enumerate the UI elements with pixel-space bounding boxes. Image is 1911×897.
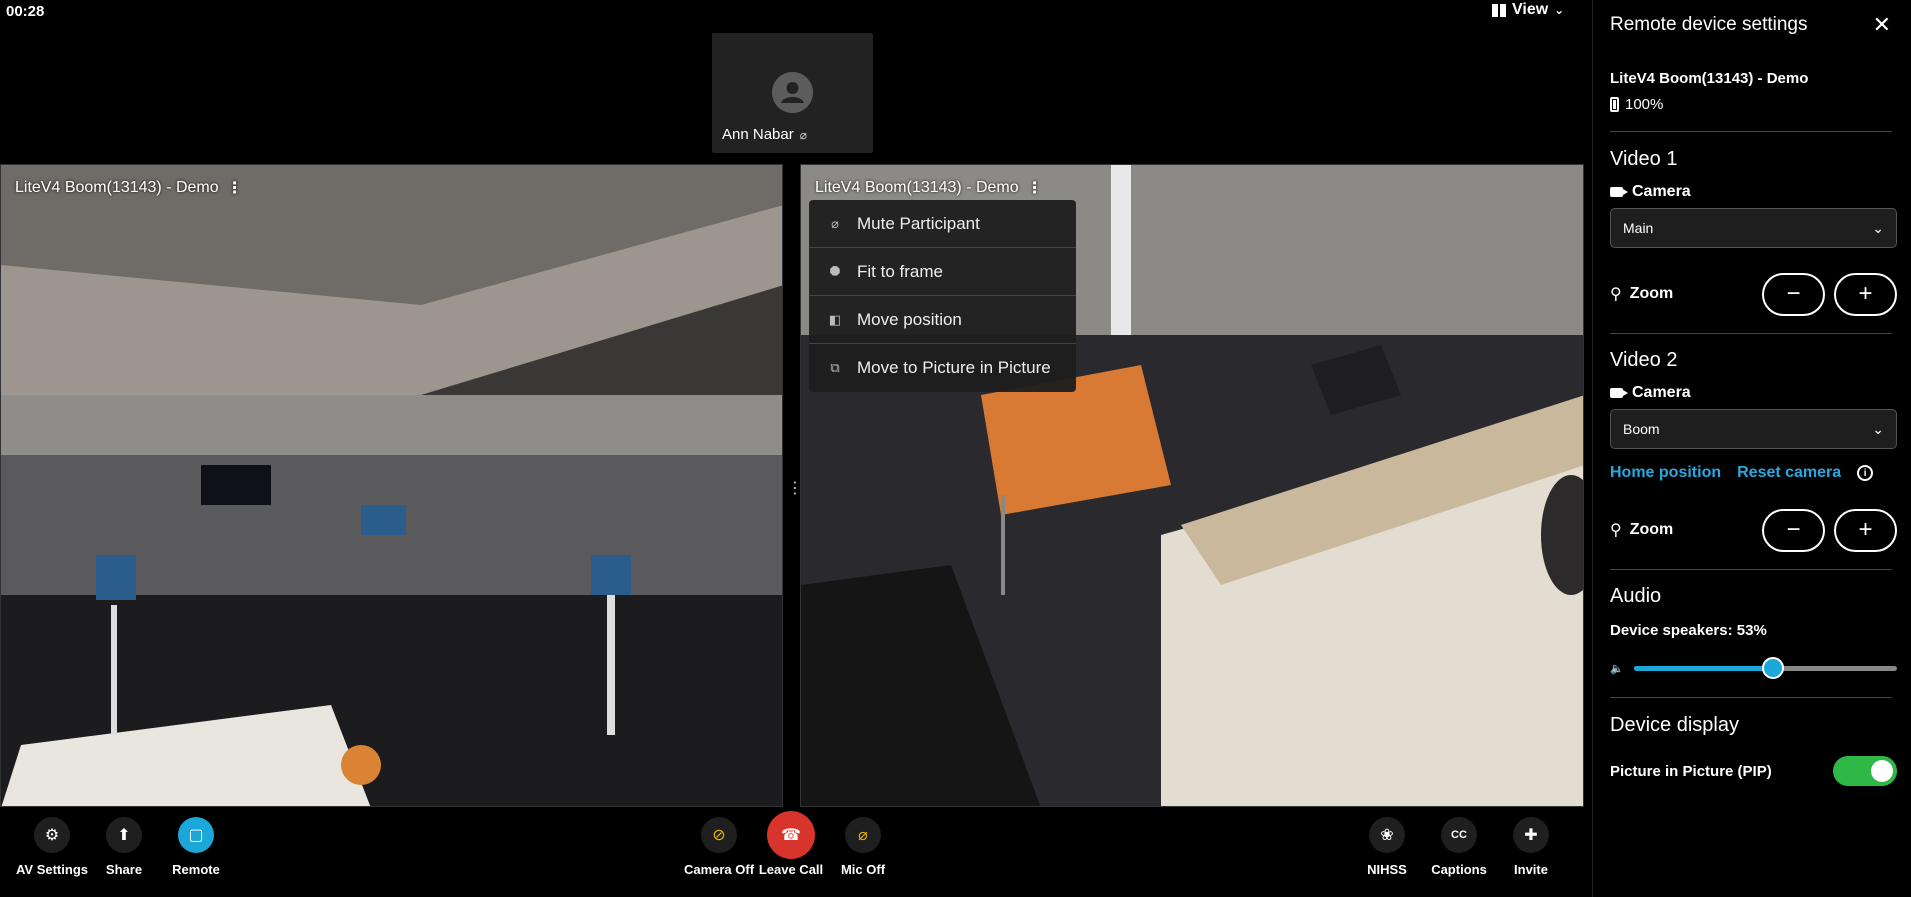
mic-off-icon: ⌀ [845, 817, 881, 853]
search-icon: ⚲ [1610, 522, 1622, 539]
leave-call-label: Leave Call [758, 862, 824, 877]
share-label: Share [105, 862, 143, 877]
invite-label: Invite [1514, 862, 1548, 877]
speakers-volume-slider[interactable]: 🔈 [1610, 657, 1897, 679]
chevron-down-icon: ⌄ [1872, 219, 1884, 236]
search-icon: ⚲ [1610, 286, 1622, 303]
video-label-1: LiteV4 Boom(13143) - Demo [15, 179, 219, 196]
menu-item-label: Fit to frame [857, 261, 943, 281]
speaker-icon: 🔈 [1610, 662, 1624, 675]
camera-icon [1610, 187, 1628, 197]
speakers-label: Device speakers: 53% [1610, 622, 1767, 639]
video2-zoom-label: Zoom [1629, 521, 1674, 538]
divider [1610, 697, 1892, 698]
video2-camera-label: Camera [1632, 384, 1691, 401]
video-context-menu: ⌀ Mute Participant ⯃ Fit to frame ◧ Move… [809, 200, 1076, 392]
remote-device-settings-panel: Remote device settings ✕ LiteV4 Boom(131… [1592, 0, 1911, 897]
video1-camera-select[interactable]: Main ⌄ [1610, 208, 1897, 248]
view-button[interactable]: View ⌄ [1492, 1, 1564, 19]
captions-button[interactable]: CC Captions [1423, 817, 1495, 877]
camera-off-icon: ⊘ [701, 817, 737, 853]
menu-item-mute-participant[interactable]: ⌀ Mute Participant [809, 200, 1076, 248]
close-icon[interactable]: ✕ [1873, 12, 1891, 38]
pip-toggle[interactable] [1833, 756, 1897, 786]
more-options-icon[interactable]: ⋮ [1027, 178, 1043, 198]
nihss-label: NIHSS [1367, 862, 1407, 877]
divider [1610, 569, 1892, 570]
share-icon: ⬆ [106, 817, 142, 853]
nihss-button[interactable]: ❀ NIHSS [1351, 817, 1423, 877]
menu-item-move-position[interactable]: ◧ Move position [809, 296, 1076, 344]
pip-label: Picture in Picture (PIP) [1610, 762, 1772, 780]
device-display-title: Device display [1610, 714, 1739, 736]
panel-title: Remote device settings [1610, 14, 1808, 35]
invite-button[interactable]: ✚ Invite [1495, 817, 1567, 877]
pip-icon: ⧉ [830, 360, 840, 375]
video-tile-1[interactable]: LiteV4 Boom(13143) - Demo ⋮ [0, 164, 783, 807]
menu-item-fit-to-frame[interactable]: ⯃ Fit to frame [809, 248, 1076, 296]
video1-camera-value: Main [1623, 220, 1654, 236]
mic-off-button[interactable]: ⌀ Mic Off [827, 817, 899, 877]
video1-zoom-in-button[interactable]: + [1834, 272, 1897, 316]
camera-off-label: Camera Off [683, 862, 755, 877]
info-icon[interactable]: i [1857, 465, 1874, 481]
camera-off-button[interactable]: ⊘ Camera Off [683, 817, 755, 877]
video1-zoom-out-button[interactable]: − [1762, 272, 1825, 316]
home-position-link[interactable]: Home position [1610, 464, 1721, 482]
menu-item-label: Move to Picture in Picture [857, 358, 1051, 377]
remote-button[interactable]: ▢ Remote [160, 817, 232, 877]
layout-icon [1492, 3, 1506, 17]
participant-name: Ann Nabar [722, 126, 794, 143]
slider-fill [1634, 665, 1774, 671]
leave-call-button[interactable]: ☎ Leave Call [755, 811, 827, 877]
video1-zoom-label: Zoom [1629, 285, 1674, 302]
av-settings-label: AV Settings [16, 862, 88, 877]
video-feed-1 [1, 165, 782, 806]
video2-camera-value: Boom [1623, 421, 1660, 437]
brain-icon: ❀ [1369, 817, 1405, 853]
av-settings-button[interactable]: ⚙ AV Settings [16, 817, 88, 877]
fit-frame-icon: ⯃ [829, 263, 841, 279]
video2-zoom-in-button[interactable]: + [1834, 508, 1897, 552]
participant-tile[interactable]: Ann Nabar ⌀ [712, 33, 873, 153]
video2-zoom-out-button[interactable]: − [1762, 508, 1825, 552]
reset-camera-link[interactable]: Reset camera [1737, 464, 1841, 482]
audio-title: Audio [1610, 585, 1662, 607]
remote-label: Remote [172, 862, 220, 877]
video-label-2: LiteV4 Boom(13143) - Demo [815, 179, 1019, 196]
chevron-down-icon: ⌄ [1872, 420, 1884, 437]
avatar [772, 72, 813, 113]
video2-camera-select[interactable]: Boom ⌄ [1610, 409, 1897, 449]
share-button[interactable]: ⬆ Share [88, 817, 160, 877]
video1-camera-label: Camera [1632, 183, 1691, 200]
mic-off-icon: ⌀ [831, 215, 839, 231]
menu-item-label: Move position [857, 309, 962, 329]
remote-icon: ▢ [178, 817, 214, 853]
video2-title: Video 2 [1610, 349, 1678, 371]
battery-level: 100% [1625, 96, 1664, 113]
battery-icon [1610, 97, 1619, 112]
mic-off-label: Mic Off [840, 862, 886, 877]
mic-off-icon: ⌀ [799, 127, 807, 142]
more-options-icon[interactable]: ⋮ [227, 178, 243, 198]
menu-item-move-to-pip[interactable]: ⧉ Move to Picture in Picture [809, 344, 1076, 392]
device-name: LiteV4 Boom(13143) - Demo [1610, 70, 1809, 87]
add-user-icon: ✚ [1513, 817, 1549, 853]
captions-icon: CC [1441, 817, 1477, 853]
camera-icon [1610, 388, 1628, 398]
captions-label: Captions [1431, 862, 1487, 877]
view-label: View [1512, 1, 1549, 18]
menu-item-label: Mute Participant [857, 213, 980, 233]
divider [1610, 131, 1892, 132]
move-position-icon: ◧ [828, 311, 842, 327]
call-timer: 00:28 [6, 3, 45, 20]
video1-title: Video 1 [1610, 148, 1678, 170]
divider [1610, 333, 1892, 334]
hang-up-icon: ☎ [767, 811, 815, 859]
chevron-down-icon: ⌄ [1554, 3, 1565, 17]
slider-handle[interactable] [1762, 657, 1785, 679]
gear-icon: ⚙ [34, 817, 70, 853]
